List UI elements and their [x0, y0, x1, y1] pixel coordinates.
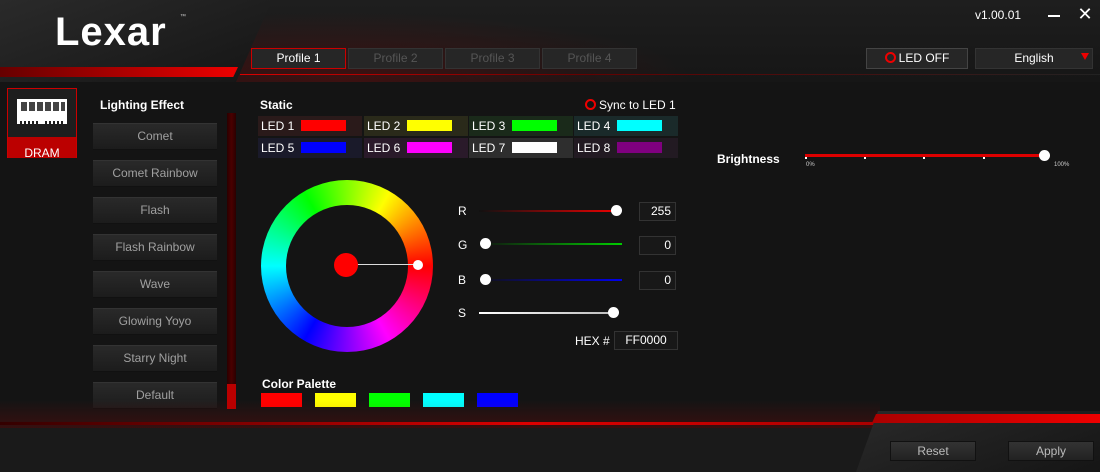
led-off-ring-icon: [884, 52, 896, 63]
slider-g-label: G: [458, 238, 468, 252]
effect-starry-night-button[interactable]: Starry Night: [93, 345, 217, 372]
effect-wave-button[interactable]: Wave: [93, 271, 217, 298]
static-title: Static: [260, 98, 293, 112]
device-label: DRAM: [24, 146, 60, 160]
tab-profile-4[interactable]: Profile 4: [542, 48, 637, 69]
led-cell[interactable]: LED 4: [574, 116, 678, 136]
led-cell[interactable]: LED 6: [364, 138, 468, 158]
tab-profile-3[interactable]: Profile 3: [445, 48, 540, 69]
slider-g-track[interactable]: [479, 243, 622, 245]
header-divider: [240, 74, 1100, 75]
effect-flash-rainbow-button[interactable]: Flash Rainbow: [93, 234, 217, 261]
language-value: English: [1014, 51, 1054, 65]
app-logo: Lexar: [55, 10, 167, 54]
led-color-swatch: [301, 120, 346, 131]
brightness-title: Brightness: [717, 152, 780, 166]
sync-ring-icon: [585, 99, 596, 110]
brightness-tick: [805, 157, 807, 159]
brightness-max-label: 100%: [1054, 162, 1070, 168]
effect-glowing-yoyo-button[interactable]: Glowing Yoyo: [93, 308, 217, 335]
led-cell[interactable]: LED 5: [258, 138, 362, 158]
slider-r-value[interactable]: 255: [639, 202, 676, 221]
slider-b-track[interactable]: [479, 279, 622, 281]
led-label: LED 7: [472, 141, 506, 155]
brightness-tick: [923, 157, 925, 159]
logo-accent-bar: [0, 67, 238, 77]
slider-g-value[interactable]: 0: [639, 236, 676, 255]
led-color-swatch: [617, 120, 662, 131]
color-palette-title: Color Palette: [262, 377, 337, 391]
tab-profile-2[interactable]: Profile 2: [348, 48, 443, 69]
device-tile-dram[interactable]: DRAM: [7, 88, 77, 160]
apply-button[interactable]: Apply: [1008, 441, 1094, 461]
led-cell[interactable]: LED 7: [469, 138, 573, 158]
sync-to-led1-toggle[interactable]: Sync to LED 1: [585, 98, 676, 112]
slider-r-track[interactable]: [479, 210, 619, 212]
slider-s-track[interactable]: [479, 312, 617, 314]
header-glow: [236, 0, 756, 82]
brightness-tick: [983, 157, 985, 159]
led-off-label: LED OFF: [898, 51, 950, 65]
effect-comet-rainbow-button[interactable]: Comet Rainbow: [93, 160, 217, 187]
color-preview: [334, 253, 358, 277]
led-label: LED 5: [261, 141, 295, 155]
led-cell[interactable]: LED 1: [258, 116, 362, 136]
footer-accent-line: [0, 422, 880, 425]
led-label: LED 3: [472, 119, 506, 133]
led-cell[interactable]: LED 3: [469, 116, 573, 136]
led-label: LED 4: [577, 119, 611, 133]
slider-r-knob[interactable]: [611, 205, 622, 216]
led-label: LED 8: [577, 141, 611, 155]
footer-accent-bar: [872, 414, 1100, 423]
led-label: LED 1: [261, 119, 295, 133]
led-color-swatch: [512, 120, 557, 131]
color-wheel-knob[interactable]: [413, 260, 423, 270]
brightness-track[interactable]: [805, 154, 1045, 157]
minimize-icon[interactable]: [1044, 4, 1064, 24]
brightness-knob[interactable]: [1039, 150, 1050, 161]
led-cell[interactable]: LED 8: [574, 138, 678, 158]
effect-flash-button[interactable]: Flash: [93, 197, 217, 224]
led-color-swatch: [407, 142, 452, 153]
tab-profile-1[interactable]: Profile 1: [251, 48, 346, 69]
slider-b-label: B: [458, 273, 467, 287]
slider-b-value[interactable]: 0: [639, 271, 676, 290]
led-label: LED 2: [367, 119, 401, 133]
led-cell[interactable]: LED 2: [364, 116, 468, 136]
hex-label: HEX #: [575, 334, 610, 348]
led-color-swatch: [512, 142, 557, 153]
effects-scrollbar[interactable]: [227, 113, 236, 409]
reset-button[interactable]: Reset: [890, 441, 976, 461]
brightness-min-label: 0%: [806, 162, 815, 168]
close-icon[interactable]: ✕: [1076, 5, 1094, 23]
slider-s-label: S: [458, 306, 467, 320]
led-color-swatch: [617, 142, 662, 153]
ram-stick-icon: [17, 99, 67, 124]
led-color-swatch: [301, 142, 346, 153]
hex-input[interactable]: FF0000: [614, 331, 678, 350]
sync-label: Sync to LED 1: [599, 98, 676, 112]
app-version: v1.00.01: [975, 8, 1022, 22]
led-off-button[interactable]: LED OFF: [866, 48, 968, 69]
slider-b-knob[interactable]: [480, 274, 491, 285]
language-select[interactable]: English: [975, 48, 1093, 69]
dropdown-arrow-icon[interactable]: [1081, 53, 1089, 60]
slider-g-knob[interactable]: [480, 238, 491, 249]
lighting-effect-title: Lighting Effect: [100, 98, 184, 112]
slider-r-label: R: [458, 204, 467, 218]
footer-glow: [0, 400, 880, 430]
led-color-swatch: [407, 120, 452, 131]
brightness-tick: [864, 157, 866, 159]
led-label: LED 6: [367, 141, 401, 155]
slider-s-knob[interactable]: [608, 307, 619, 318]
effect-comet-button[interactable]: Comet: [93, 123, 217, 150]
logo-trademark: ™: [180, 14, 186, 20]
